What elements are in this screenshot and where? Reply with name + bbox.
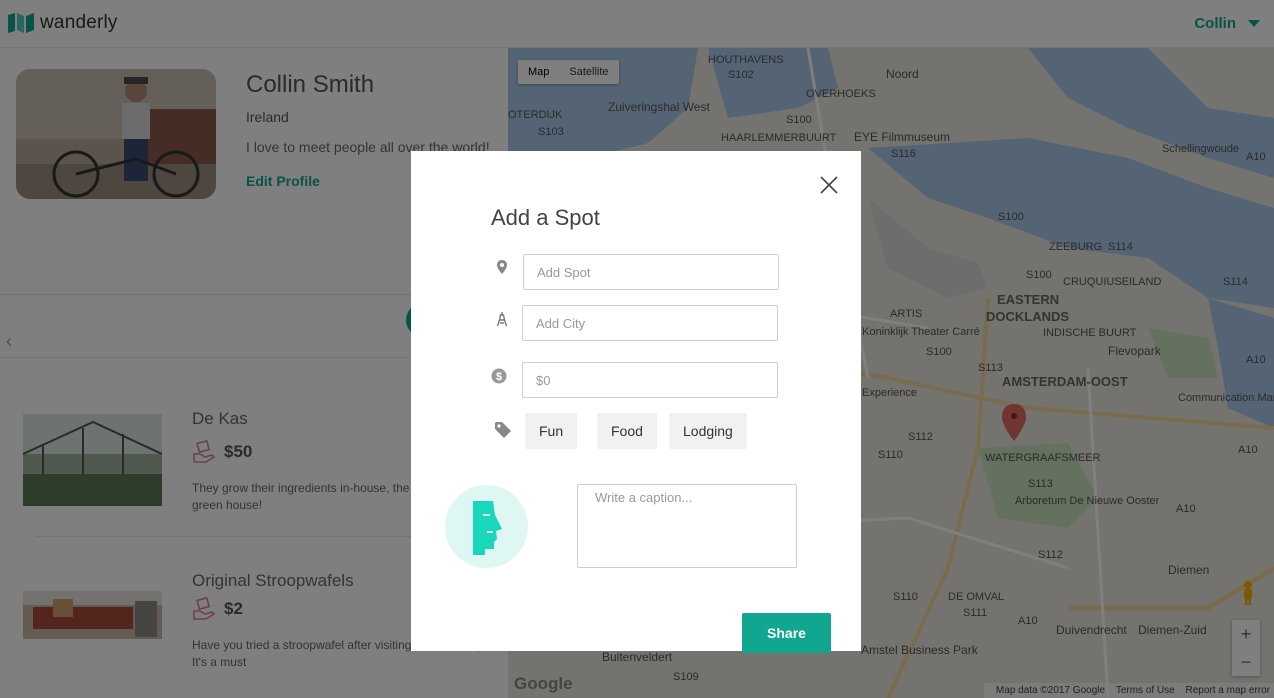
share-button[interactable]: Share xyxy=(742,613,831,653)
eiffel-tower-icon xyxy=(496,312,508,327)
spot-name-input[interactable] xyxy=(523,254,779,290)
tag-lodging-button[interactable]: Lodging xyxy=(669,413,747,449)
tag-fun-button[interactable]: Fun xyxy=(525,413,578,449)
svg-text:$: $ xyxy=(496,371,502,383)
caption-textarea[interactable] xyxy=(577,484,797,568)
dollar-icon: $ xyxy=(491,368,507,384)
face-profile-icon xyxy=(473,501,502,555)
location-pin-icon xyxy=(497,260,507,274)
city-input[interactable] xyxy=(522,305,778,341)
photo-upload[interactable] xyxy=(445,485,528,568)
add-spot-modal: Add a Spot $ Fun Food Lodging Share xyxy=(411,151,861,653)
price-input[interactable] xyxy=(522,362,778,398)
tag-food-button[interactable]: Food xyxy=(597,413,657,449)
tag-icon xyxy=(495,422,511,438)
close-icon[interactable] xyxy=(820,176,838,194)
modal-title: Add a Spot xyxy=(491,205,600,230)
